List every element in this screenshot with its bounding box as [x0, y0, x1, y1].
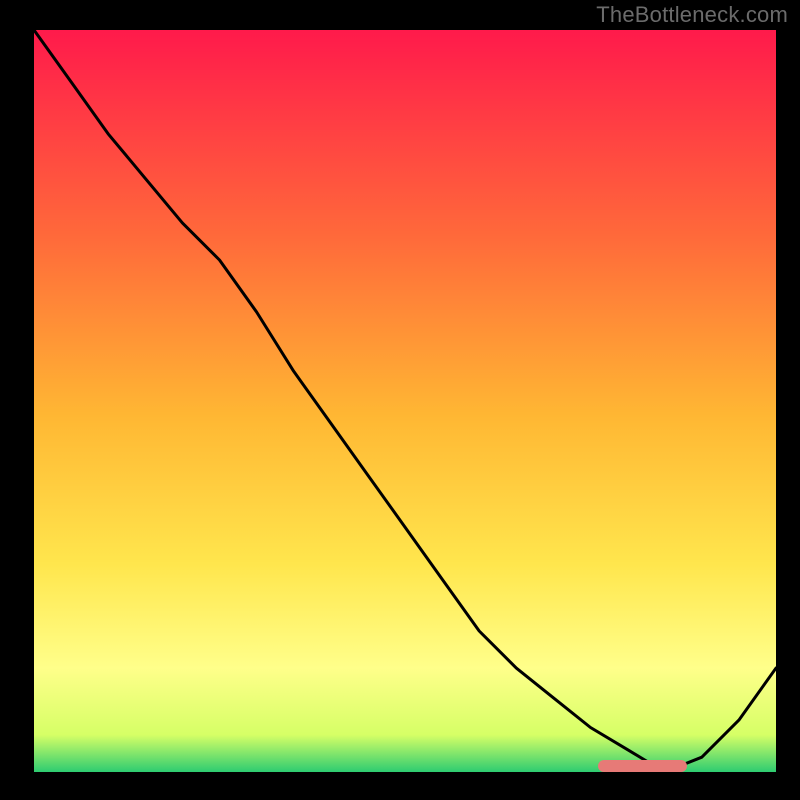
attribution-label: TheBottleneck.com	[596, 2, 788, 28]
plot-svg	[34, 30, 776, 772]
gradient-background	[34, 30, 776, 772]
optimal-range-marker	[598, 760, 687, 772]
plot-area	[34, 30, 776, 772]
chart-stage: TheBottleneck.com	[0, 0, 800, 800]
